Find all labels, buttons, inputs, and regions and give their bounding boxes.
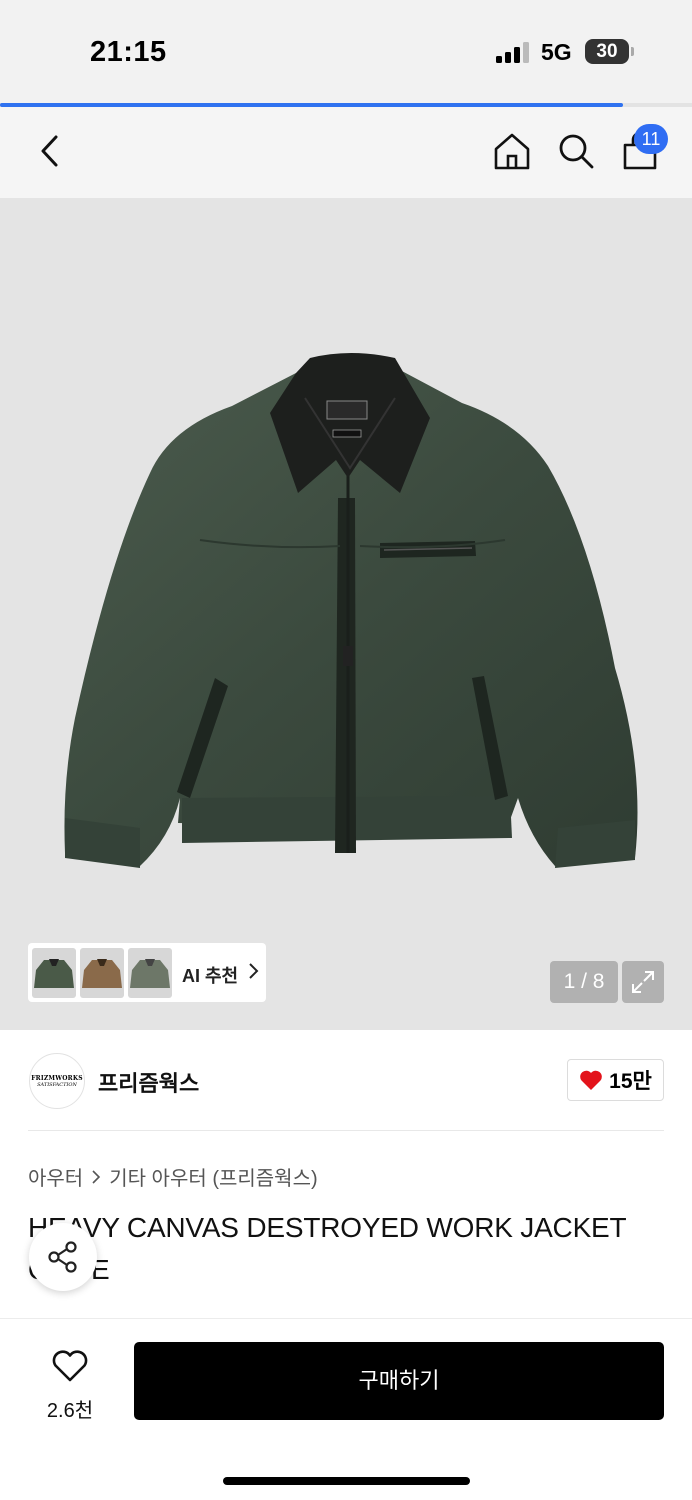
wishlist-button[interactable]: 2.6천: [30, 1349, 110, 1423]
expand-icon: [632, 971, 654, 993]
status-bar: 21:15 5G 30: [0, 0, 692, 104]
divider: [28, 1130, 664, 1131]
brand-logo-subtext: SATISFACTION: [37, 1081, 77, 1088]
recommendation-thumb-brown[interactable]: [80, 948, 124, 998]
share-button[interactable]: [29, 1223, 97, 1291]
breadcrumb-category[interactable]: 아우터: [28, 1162, 83, 1191]
heart-filled-icon: [580, 1070, 602, 1090]
status-time: 21:15: [90, 36, 167, 68]
ai-recommendation-card[interactable]: AI 추천: [28, 943, 266, 1002]
signal-icon: [496, 42, 529, 63]
recommendation-thumb-grey-green[interactable]: [128, 948, 172, 998]
brand-name[interactable]: 프리즘웍스: [98, 1066, 199, 1098]
home-icon: [494, 133, 530, 170]
jacket-product-image: [64, 353, 638, 868]
product-title: HEAVY CANVAS DESTROYED WORK JACKET OLIVE: [28, 1212, 626, 1285]
expand-image-button[interactable]: [622, 961, 664, 1003]
top-navigation: [0, 107, 692, 198]
recommendation-thumb-olive[interactable]: [32, 948, 76, 998]
home-indicator: [223, 1477, 470, 1485]
search-button[interactable]: [552, 127, 600, 175]
jacket-thumb-image: [130, 959, 170, 988]
share-icon: [48, 1241, 77, 1273]
brand-logo[interactable]: FRIZMWORKS SATISFACTION: [29, 1053, 85, 1109]
brand-like-button[interactable]: 15만: [567, 1059, 664, 1101]
wishlist-count: 2.6천: [46, 1400, 94, 1422]
brand-like-count: 15만: [609, 1070, 652, 1093]
breadcrumb: 아우터 기타 아우터 (프리즘웍스): [28, 1162, 318, 1191]
cart-count-badge: 11: [634, 124, 668, 154]
back-arrow-icon: [41, 135, 58, 167]
network-type: 5G: [541, 39, 572, 65]
battery-level: 30: [596, 41, 618, 62]
bottom-action-bar: 2.6천 구매하기: [0, 1318, 692, 1500]
home-button[interactable]: [488, 127, 536, 175]
buy-button[interactable]: 구매하기: [134, 1342, 664, 1420]
image-pager: 1 / 8: [550, 961, 618, 1003]
battery-icon: 30: [585, 39, 629, 64]
breadcrumb-subcategory[interactable]: 기타 아우터 (프리즘웍스): [109, 1162, 317, 1191]
battery-tip: [631, 47, 634, 56]
product-image-gallery[interactable]: AI 추천 1 / 8: [0, 198, 692, 1030]
back-button[interactable]: [26, 127, 74, 175]
search-icon: [559, 134, 594, 169]
chevron-right-icon: [249, 963, 259, 979]
chevron-right-icon: [92, 1169, 101, 1184]
brand-logo-text: FRIZMWORKS: [31, 1074, 83, 1082]
jacket-thumb-image: [82, 959, 122, 988]
jacket-thumb-image: [34, 959, 74, 988]
heart-outline-icon: [52, 1350, 88, 1382]
ai-recommendation-label: AI 추천: [182, 966, 239, 986]
